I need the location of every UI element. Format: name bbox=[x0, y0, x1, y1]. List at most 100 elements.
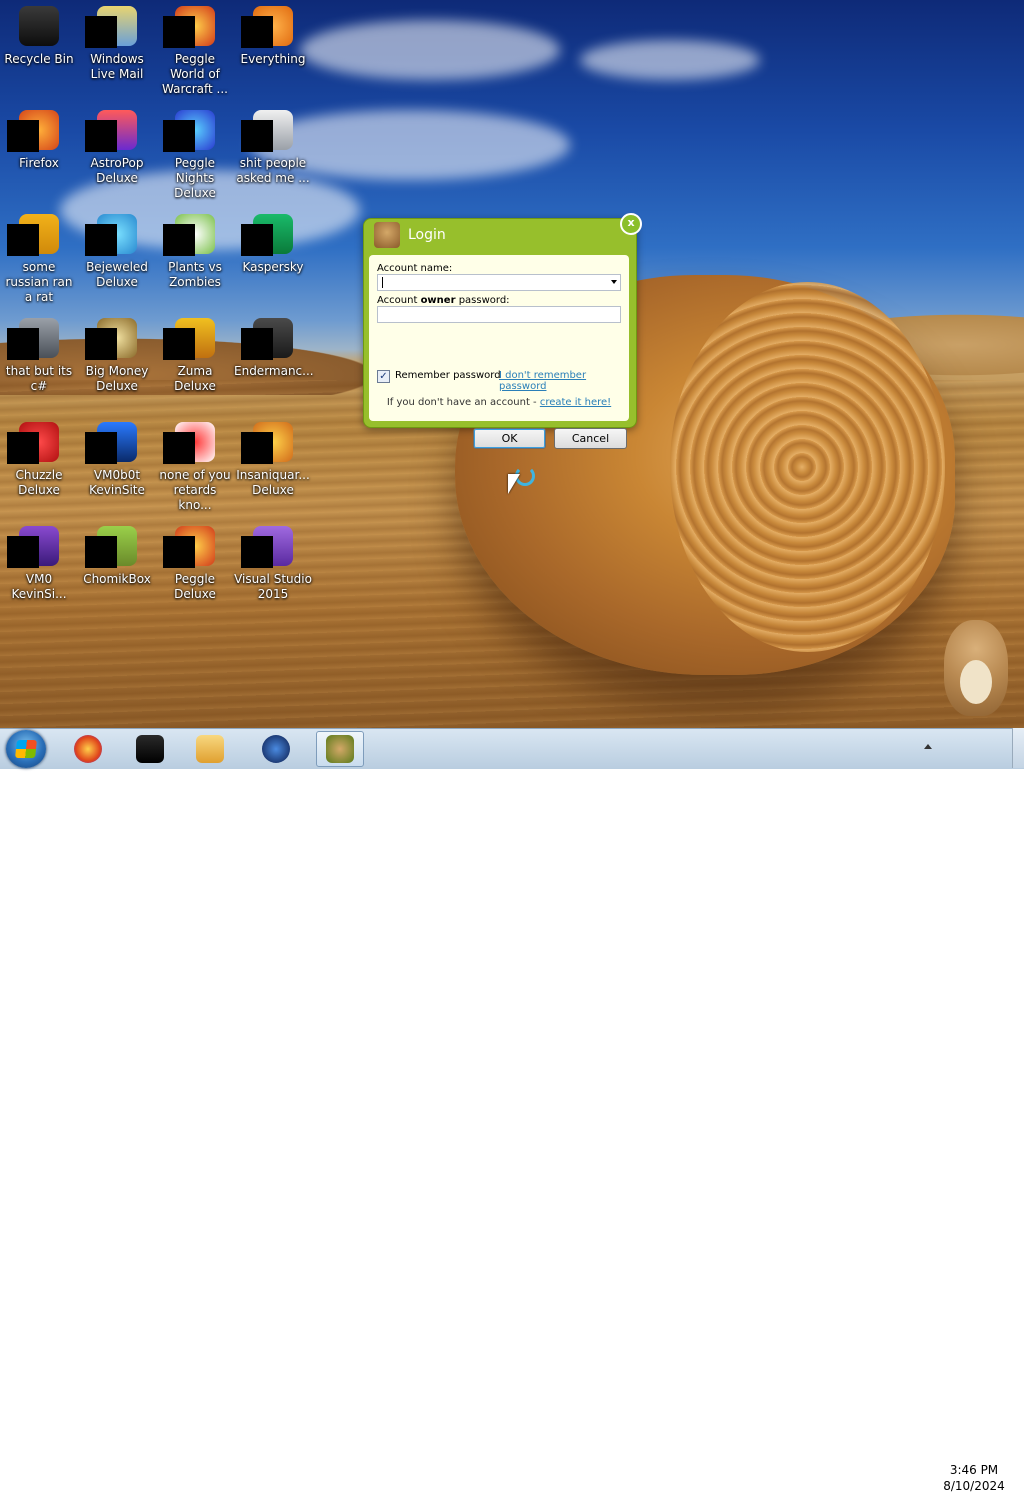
account-name-combobox[interactable] bbox=[377, 274, 621, 291]
desktop-shortcut-label: Windows Live Mail bbox=[90, 52, 144, 81]
taskbar-button[interactable] bbox=[252, 731, 300, 767]
desktop-shortcut-label: Big Money Deluxe bbox=[85, 364, 149, 393]
endermanch-icon bbox=[241, 314, 297, 362]
redaction-box bbox=[241, 536, 273, 568]
desktop-shortcut-label: Kaspersky bbox=[242, 260, 304, 274]
system-clock[interactable]: 3:46 PM 8/10/2024 bbox=[936, 1462, 1012, 1494]
desktop-shortcut[interactable]: Kaspersky bbox=[234, 210, 312, 275]
firefox-icon bbox=[74, 735, 102, 763]
desktop-shortcut[interactable]: Recycle Bin bbox=[0, 2, 78, 67]
taskbar-button[interactable] bbox=[64, 731, 112, 767]
desktop-shortcut-label: Firefox bbox=[19, 156, 59, 170]
start-button[interactable] bbox=[6, 730, 46, 768]
desktop-shortcut[interactable]: Plants vs Zombies bbox=[156, 210, 234, 290]
remember-password-label[interactable]: Remember password bbox=[395, 370, 501, 381]
desktop-shortcut[interactable]: VM0 KevinSi... bbox=[0, 522, 78, 602]
desktop-shortcut-label: Endermanc... bbox=[234, 364, 314, 378]
password-label-emphasis: owner bbox=[420, 295, 456, 306]
peggle-deluxe-icon bbox=[163, 522, 219, 570]
desktop-shortcut[interactable]: AstroPop Deluxe bbox=[78, 106, 156, 186]
forgot-password-link[interactable]: I don't remember password bbox=[499, 370, 629, 392]
tray-overflow-icon[interactable] bbox=[924, 744, 932, 749]
desktop-shortcut[interactable]: Peggle Nights Deluxe bbox=[156, 106, 234, 201]
redaction-box bbox=[85, 328, 117, 360]
redaction-box bbox=[163, 120, 195, 152]
folder-icon bbox=[241, 106, 297, 154]
desktop-shortcut[interactable]: none of you retards kno... bbox=[156, 418, 234, 513]
desktop-shortcut[interactable]: Insaniquar... Deluxe bbox=[234, 418, 312, 498]
redaction-box bbox=[241, 120, 273, 152]
desktop-shortcut-label: Bejeweled Deluxe bbox=[86, 260, 148, 289]
redaction-box bbox=[163, 224, 195, 256]
chevron-down-icon[interactable] bbox=[611, 280, 617, 284]
desktop-shortcut-label: Chuzzle Deluxe bbox=[15, 468, 63, 497]
redaction-box bbox=[85, 224, 117, 256]
media-folder-icon bbox=[196, 735, 224, 763]
redaction-box bbox=[241, 432, 273, 464]
redaction-box bbox=[7, 224, 39, 256]
create-account-link[interactable]: create it here! bbox=[540, 397, 611, 408]
redaction-box bbox=[7, 536, 39, 568]
desktop-shortcut-label: Recycle Bin bbox=[4, 52, 74, 66]
taskbar-button[interactable] bbox=[316, 731, 364, 767]
desktop-shortcut[interactable]: Firefox bbox=[0, 106, 78, 171]
password-label-suffix: password: bbox=[455, 295, 510, 306]
chuzzle-icon bbox=[7, 418, 63, 466]
desktop-shortcut[interactable]: Windows Live Mail bbox=[78, 2, 156, 82]
ok-button[interactable]: OK bbox=[473, 428, 546, 449]
desktop-shortcut[interactable]: Everything bbox=[234, 2, 312, 67]
password-label: Account owner password: bbox=[377, 295, 510, 306]
desktop-shortcut[interactable]: shit people asked me ... bbox=[234, 106, 312, 186]
cancel-button[interactable]: Cancel bbox=[554, 428, 627, 449]
password-field[interactable] bbox=[377, 306, 621, 323]
remember-password-checkbox[interactable]: ✓ bbox=[377, 370, 390, 383]
desktop-shortcut-label: Everything bbox=[240, 52, 306, 66]
desktop-shortcut-label: VM0 KevinSi... bbox=[11, 572, 67, 601]
desktop-shortcut[interactable]: VM0b0t KevinSite bbox=[78, 418, 156, 498]
password-label-prefix: Account bbox=[377, 295, 421, 306]
redaction-box bbox=[85, 536, 117, 568]
wallpaper-cloud bbox=[300, 20, 560, 80]
redaction-box bbox=[85, 16, 117, 48]
close-icon[interactable]: x bbox=[620, 213, 642, 235]
desktop-shortcut-label: Peggle Nights Deluxe bbox=[174, 156, 216, 200]
wallpaper-cloud bbox=[580, 40, 760, 80]
redaction-box bbox=[85, 120, 117, 152]
desktop-shortcut-label: Peggle World of Warcraft ... bbox=[162, 52, 228, 96]
redaction-box bbox=[241, 224, 273, 256]
vm-monitor-icon bbox=[85, 418, 141, 466]
desktop-shortcut[interactable]: some russian ran a rat bbox=[0, 210, 78, 305]
redaction-box bbox=[163, 328, 195, 360]
desktop-shortcut[interactable]: Chuzzle Deluxe bbox=[0, 418, 78, 498]
desktop-shortcut[interactable]: Peggle World of Warcraft ... bbox=[156, 2, 234, 97]
insaniquarium-icon bbox=[241, 418, 297, 466]
desktop-shortcut[interactable]: Endermanc... bbox=[234, 314, 314, 379]
kaspersky-icon bbox=[241, 210, 297, 258]
desktop-shortcut[interactable]: Big Money Deluxe bbox=[78, 314, 156, 394]
show-desktop-button[interactable] bbox=[1012, 728, 1024, 768]
redaction-box bbox=[241, 16, 273, 48]
signup-text: If you don't have an account - bbox=[386, 397, 540, 408]
chomikbox-icon bbox=[326, 735, 354, 763]
desktop-shortcut[interactable]: ChomikBox bbox=[78, 522, 156, 587]
chomikbox-logo-icon bbox=[374, 222, 400, 248]
peggle-wow-icon bbox=[163, 2, 219, 50]
hamster-mascot[interactable] bbox=[944, 620, 1008, 716]
desktop-shortcut[interactable]: Zuma Deluxe bbox=[156, 314, 234, 394]
globe-icon bbox=[262, 735, 290, 763]
dialog-header: Login bbox=[364, 219, 636, 251]
desktop-shortcut[interactable]: Bejeweled Deluxe bbox=[78, 210, 156, 290]
desktop-shortcut-label: ChomikBox bbox=[83, 572, 151, 586]
dialog-body: Account name: Account owner password: ✓ … bbox=[369, 255, 629, 449]
redaction-box bbox=[163, 16, 195, 48]
windows-live-mail-icon bbox=[85, 2, 141, 50]
taskbar-button[interactable] bbox=[186, 731, 234, 767]
taskbar-button[interactable] bbox=[126, 731, 174, 767]
purple-app-icon bbox=[7, 522, 63, 570]
desktop-shortcut[interactable]: Peggle Deluxe bbox=[156, 522, 234, 602]
desktop-shortcut[interactable]: that but its c# bbox=[0, 314, 78, 394]
desktop-shortcut-label: Plants vs Zombies bbox=[168, 260, 222, 289]
desktop-shortcut[interactable]: Visual Studio 2015 bbox=[234, 522, 312, 602]
dialog-title: Login bbox=[408, 227, 446, 243]
everything-search-icon bbox=[241, 2, 297, 50]
